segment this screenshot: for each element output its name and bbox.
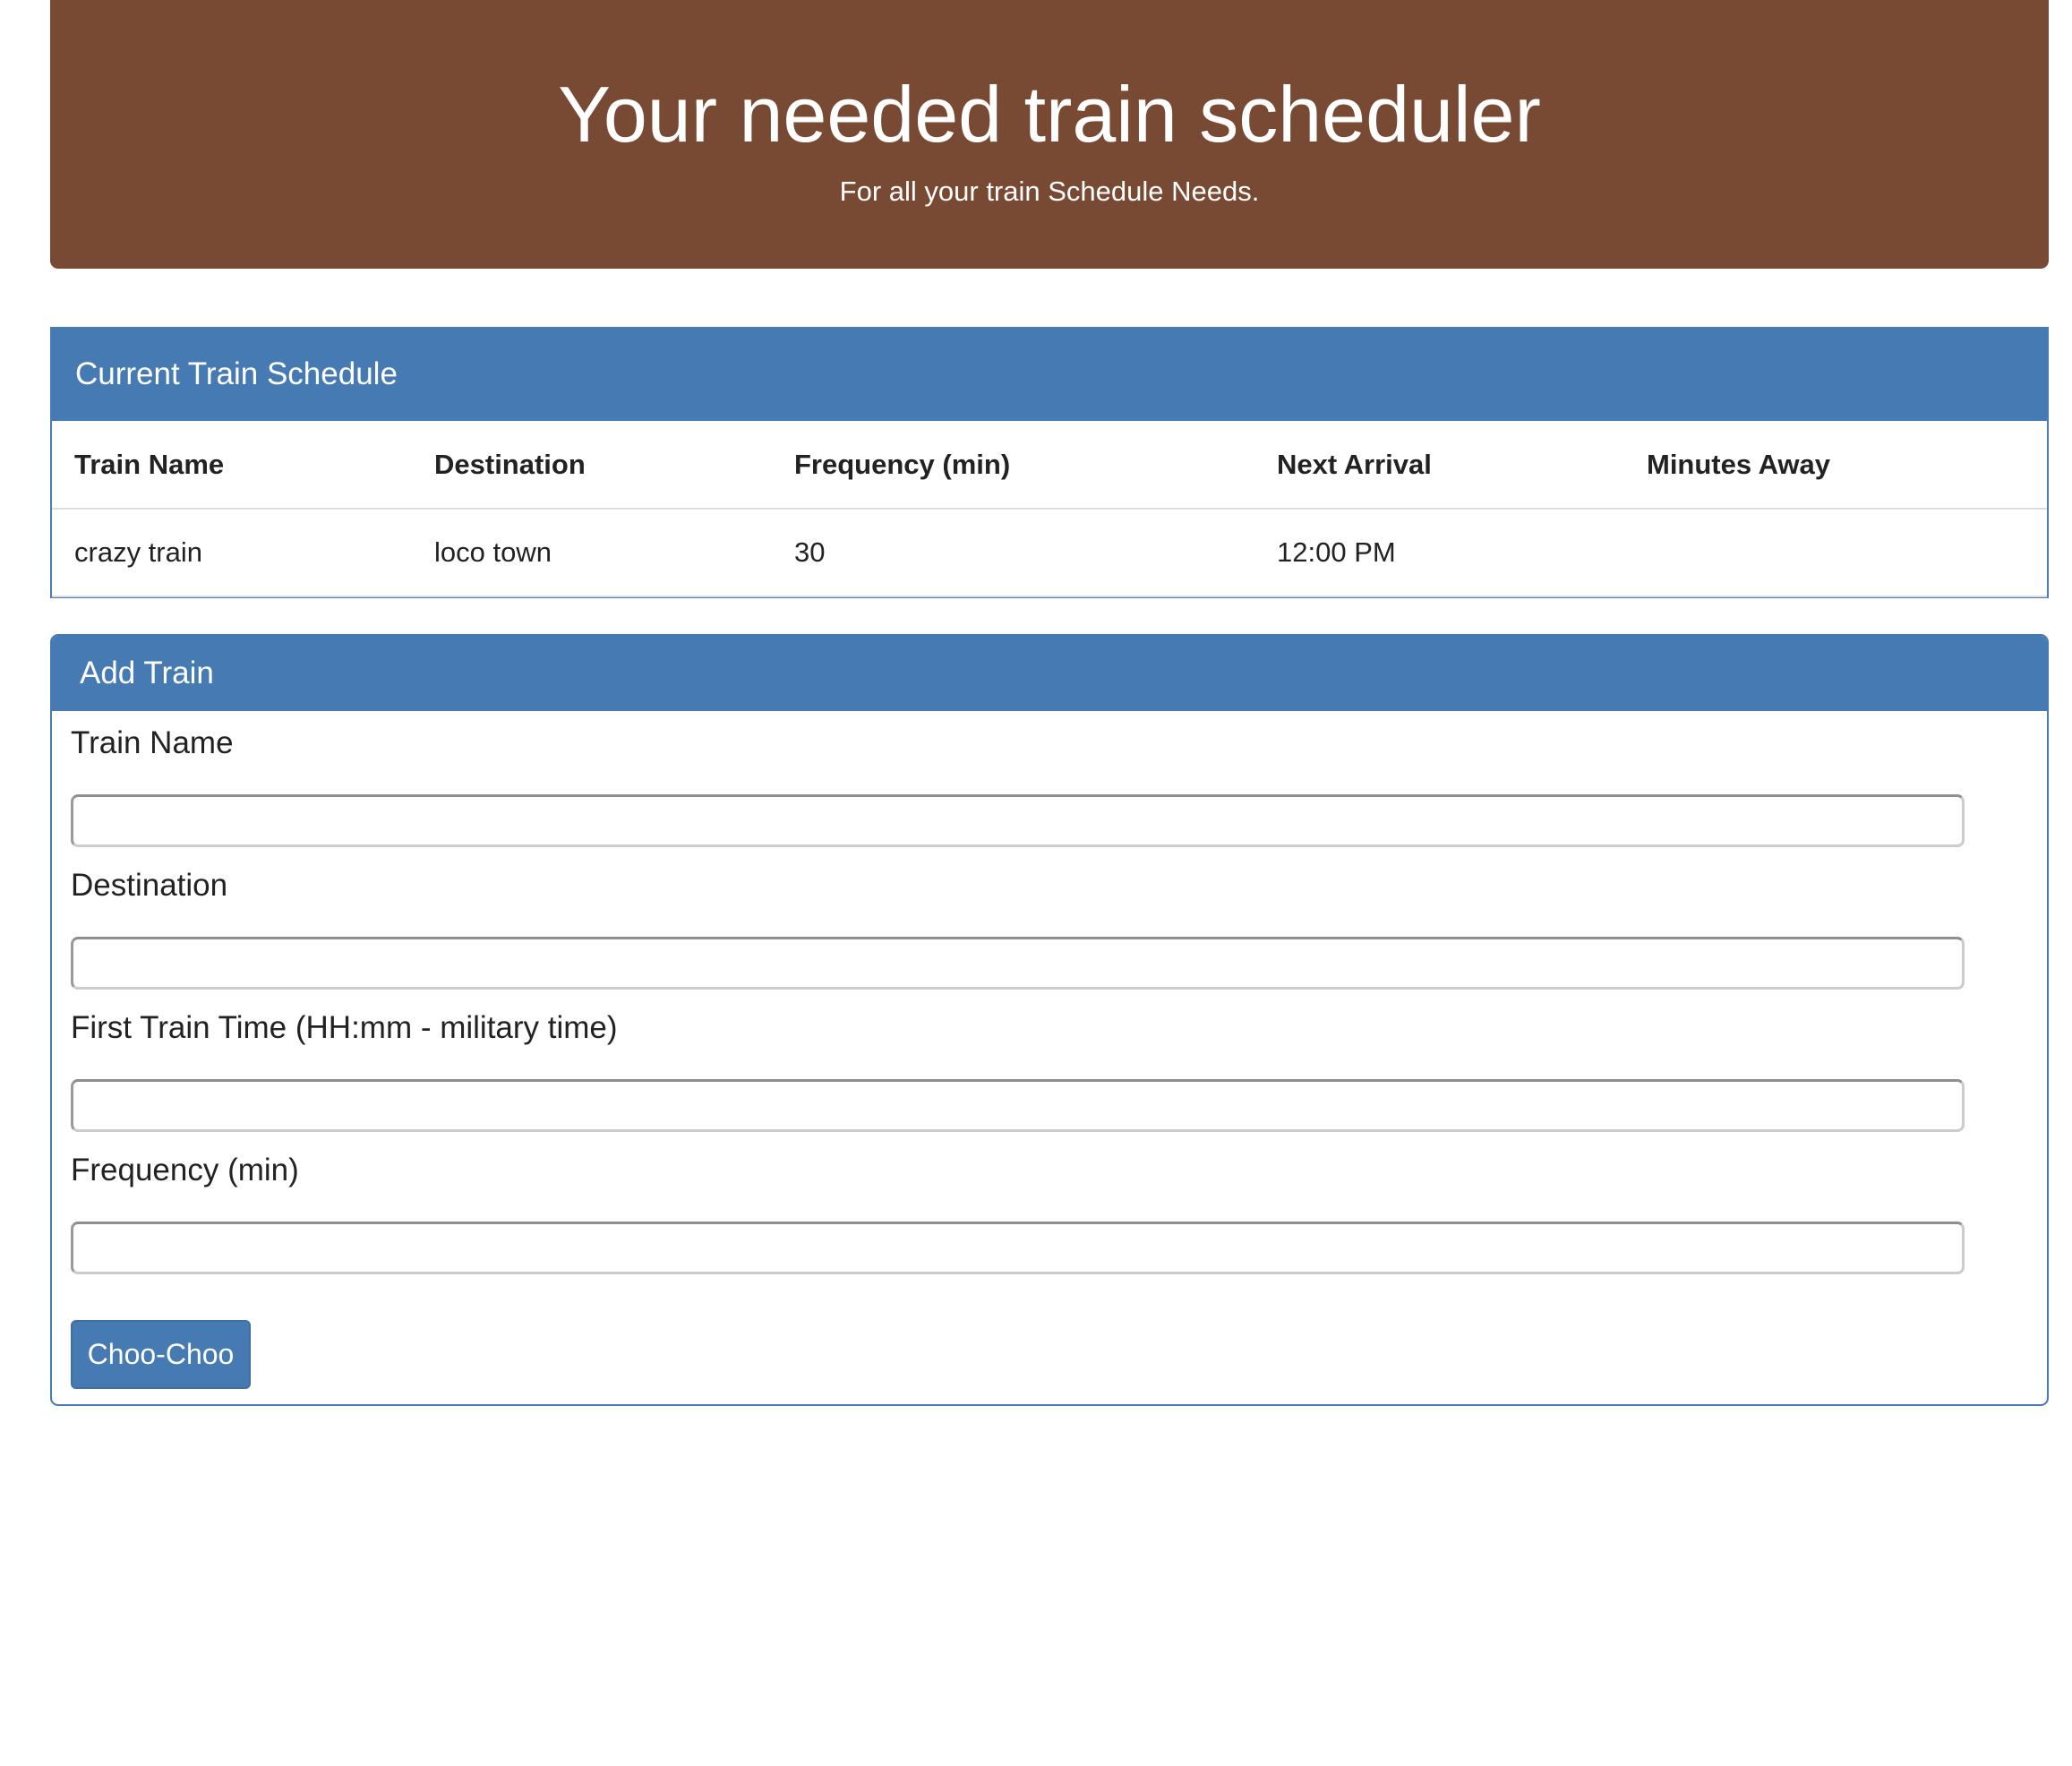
page: Your needed train scheduler For all your… (0, 0, 2072, 1766)
column-header-destination: Destination (412, 421, 772, 510)
schedule-panel: Current Train Schedule Train Name Destin… (50, 327, 2049, 598)
jumbotron-header: Your needed train scheduler For all your… (50, 0, 2049, 269)
page-subtitle: For all your train Schedule Needs. (839, 176, 1260, 207)
table-row: crazy train loco town 30 12:00 PM (52, 509, 2047, 597)
page-title: Your needed train scheduler (558, 70, 1541, 159)
cell-destination: loco town (412, 509, 772, 597)
cell-frequency: 30 (772, 509, 1254, 597)
destination-input[interactable] (71, 937, 1965, 990)
train-name-label: Train Name (71, 725, 234, 760)
cell-train-name: crazy train (52, 509, 412, 597)
column-header-next-arrival: Next Arrival (1254, 421, 1624, 510)
frequency-input[interactable] (71, 1222, 1965, 1274)
first-train-time-label: First Train Time (HH:mm - military time) (71, 1010, 618, 1045)
add-train-panel: Add Train Train Name Destination First T… (50, 634, 2049, 1406)
column-header-minutes-away: Minutes Away (1624, 421, 2047, 510)
destination-label: Destination (71, 868, 228, 903)
frequency-label: Frequency (min) (71, 1153, 299, 1187)
column-header-frequency: Frequency (min) (772, 421, 1254, 510)
submit-train-button[interactable]: Choo-Choo (71, 1320, 251, 1389)
table-header-row: Train Name Destination Frequency (min) N… (52, 421, 2047, 510)
schedule-panel-title: Current Train Schedule (52, 327, 2047, 421)
column-header-train-name: Train Name (52, 421, 412, 510)
train-name-input[interactable] (71, 794, 1965, 847)
schedule-table: Train Name Destination Frequency (min) N… (52, 421, 2047, 597)
add-train-panel-title: Add Train (52, 636, 2047, 711)
first-train-time-input[interactable] (71, 1079, 1965, 1132)
cell-minutes-away (1624, 509, 2047, 597)
cell-next-arrival: 12:00 PM (1254, 509, 1624, 597)
